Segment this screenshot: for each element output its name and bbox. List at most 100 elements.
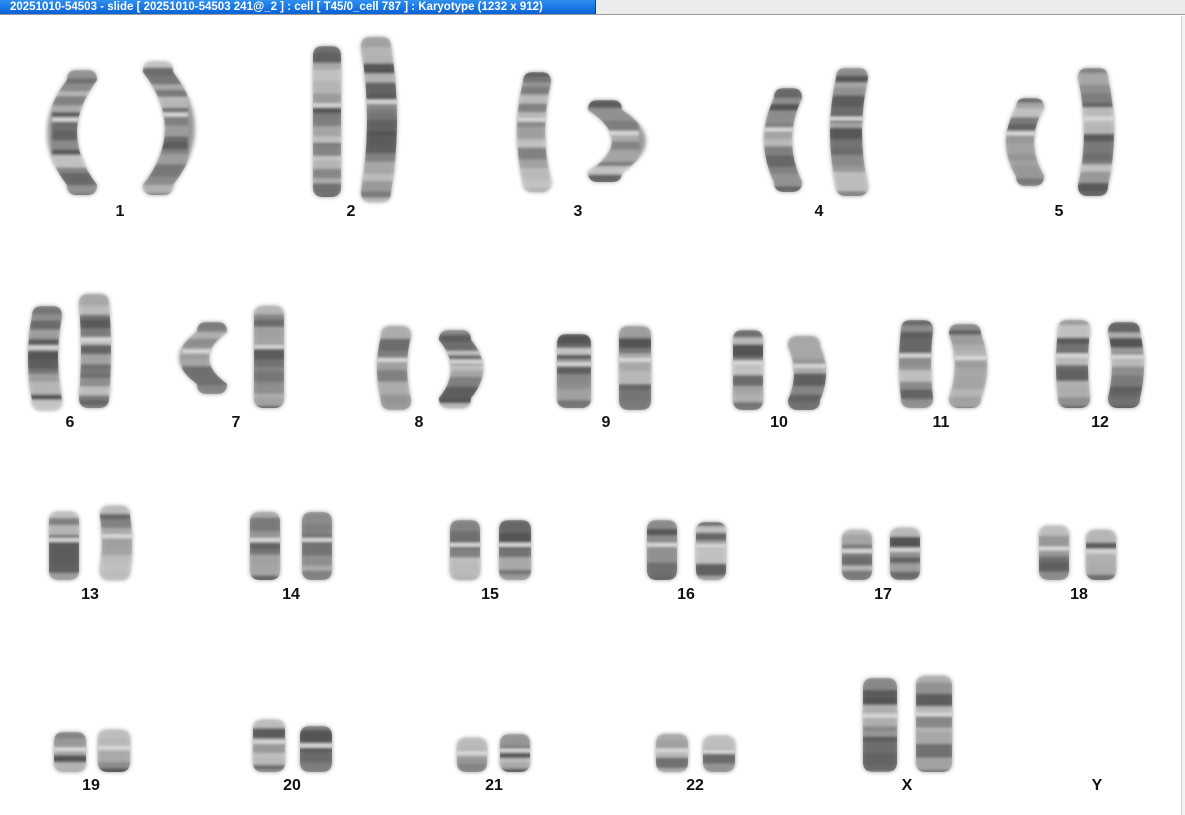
chromatid[interactable]: [485, 734, 545, 774]
chromosome-pair-image: [632, 520, 741, 586]
chromatid[interactable]: [632, 520, 692, 586]
chromosome-label-22: 22: [686, 777, 704, 794]
chromatid[interactable]: [885, 320, 949, 411]
chromosome-label-17: 17: [874, 586, 892, 603]
chromatid[interactable]: [681, 522, 741, 586]
chromosome-pair-7[interactable]: 7: [0, 0, 1181, 815]
chromatid[interactable]: [1024, 526, 1084, 582]
chromosome-label-8: 8: [414, 414, 424, 431]
chromatid[interactable]: [17, 306, 77, 411]
chromatid[interactable]: [509, 72, 565, 198]
chromosome-pair-image: [179, 306, 299, 417]
karyotype-canvas: 1 2 3 4 5 6 7 8 9 10 11 12 13 14 15 16 17 18 19 20 21 22 X Y: [0, 16, 1181, 815]
chromosome-label-x: X: [901, 777, 913, 794]
chromosome-pair-3[interactable]: 3: [0, 0, 1181, 815]
chromatid[interactable]: [435, 520, 495, 581]
chromatid[interactable]: [820, 68, 884, 203]
chromatid[interactable]: [287, 512, 347, 583]
chromosome-label-14: 14: [282, 586, 300, 603]
chromatid[interactable]: [1092, 322, 1156, 415]
chromosome-pair-4[interactable]: 4: [0, 0, 1181, 815]
chromosome-label-6: 6: [65, 414, 75, 431]
chromatid[interactable]: [846, 678, 914, 776]
chromosome-pair-image: [0, 0, 1181, 815]
chromatid[interactable]: [82, 730, 146, 781]
chromatid[interactable]: [237, 720, 301, 775]
chromosome-label-7: 7: [231, 414, 241, 431]
chromosome-pair-x[interactable]: X: [0, 0, 1181, 815]
chromosome-pair-image: [47, 62, 195, 203]
chromosome-label-20: 20: [283, 777, 301, 794]
chromatid[interactable]: [571, 100, 646, 184]
chromosome-pair-9[interactable]: 9: [0, 0, 1181, 815]
chromatid[interactable]: [827, 530, 887, 582]
chromatid[interactable]: [34, 512, 94, 582]
chromosome-pair-11[interactable]: 11: [0, 0, 1181, 815]
chromosome-pair-image: [435, 520, 547, 581]
chromosome-pair-6[interactable]: 6: [0, 0, 1181, 815]
chromosome-label-13: 13: [81, 586, 99, 603]
chromatid[interactable]: [1002, 98, 1058, 194]
chromosome-pair-image: [17, 294, 124, 411]
chromatid[interactable]: [64, 294, 124, 410]
chromosome-label-15: 15: [481, 586, 499, 603]
chromatid[interactable]: [687, 736, 751, 778]
chromosome-pair-22[interactable]: 22: [0, 0, 1181, 815]
chromosome-label-19: 19: [82, 777, 100, 794]
window-title[interactable]: 20251010-54503 - slide [ 20251010-54503 …: [0, 0, 596, 14]
chromosome-pair-5[interactable]: 5: [0, 0, 1181, 815]
chromatid[interactable]: [760, 88, 816, 199]
chromatid[interactable]: [284, 726, 348, 775]
chromosome-pair-19[interactable]: 19: [0, 0, 1181, 815]
chromosome-pair-8[interactable]: 8: [0, 0, 1181, 815]
chromosome-label-3: 3: [573, 203, 583, 220]
chromatid[interactable]: [1063, 68, 1123, 200]
chromatid[interactable]: [239, 306, 299, 417]
chromosome-label-18: 18: [1070, 586, 1088, 603]
chromatid[interactable]: [235, 512, 295, 586]
chromosome-pair-image: [235, 512, 347, 586]
chromosome-pair-21[interactable]: 21: [0, 0, 1181, 815]
chromosome-pair-16[interactable]: 16: [0, 0, 1181, 815]
chromosome-pair-2[interactable]: 2: [0, 0, 1181, 815]
chromosome-pair-y[interactable]: Y: [0, 0, 1181, 815]
chromatid[interactable]: [933, 324, 997, 420]
chromosome-pair-17[interactable]: 17: [0, 0, 1181, 815]
chromatid[interactable]: [346, 37, 406, 203]
chromosome-label-4: 4: [814, 203, 824, 220]
chromosome-pair-image: [1024, 526, 1131, 583]
chromosome-pair-image: [846, 676, 970, 779]
chromosome-pair-image: [827, 528, 935, 582]
chromatid[interactable]: [423, 330, 487, 414]
chromosome-pair-15[interactable]: 15: [0, 0, 1181, 815]
chromatid[interactable]: [366, 326, 426, 411]
chromatid[interactable]: [128, 62, 195, 201]
chromatid[interactable]: [38, 732, 102, 777]
chromatid[interactable]: [875, 528, 935, 580]
chromatid[interactable]: [772, 336, 836, 415]
chromatid[interactable]: [179, 322, 242, 395]
window-title-bar: 20251010-54503 - slide [ 20251010-54503 …: [0, 0, 1185, 15]
chromosome-pair-20[interactable]: 20: [0, 0, 1181, 815]
chromatid[interactable]: [718, 330, 778, 411]
chromatid[interactable]: [483, 520, 547, 581]
chromatid[interactable]: [603, 326, 667, 411]
chromatid[interactable]: [47, 70, 112, 203]
chromosome-pair-image: [640, 734, 751, 779]
chromosome-pair-1[interactable]: 1: [0, 0, 1181, 815]
chromosome-pair-image: [718, 330, 836, 415]
chromosome-pair-14[interactable]: 14: [0, 0, 1181, 815]
chromatid[interactable]: [299, 46, 355, 200]
chromatid[interactable]: [898, 676, 970, 779]
chromosome-pair-12[interactable]: 12: [0, 0, 1181, 815]
chromosome-pair-13[interactable]: 13: [0, 0, 1181, 815]
chromosome-pair-10[interactable]: 10: [0, 0, 1181, 815]
chromatid[interactable]: [1071, 530, 1131, 583]
chromatid[interactable]: [85, 506, 145, 582]
chromatid[interactable]: [1042, 320, 1106, 416]
chromosome-pair-image: [34, 506, 145, 582]
chromatid[interactable]: [540, 334, 608, 413]
chromatid[interactable]: [442, 738, 502, 777]
chromosome-pair-18[interactable]: 18: [0, 0, 1181, 815]
chromatid[interactable]: [640, 734, 704, 779]
